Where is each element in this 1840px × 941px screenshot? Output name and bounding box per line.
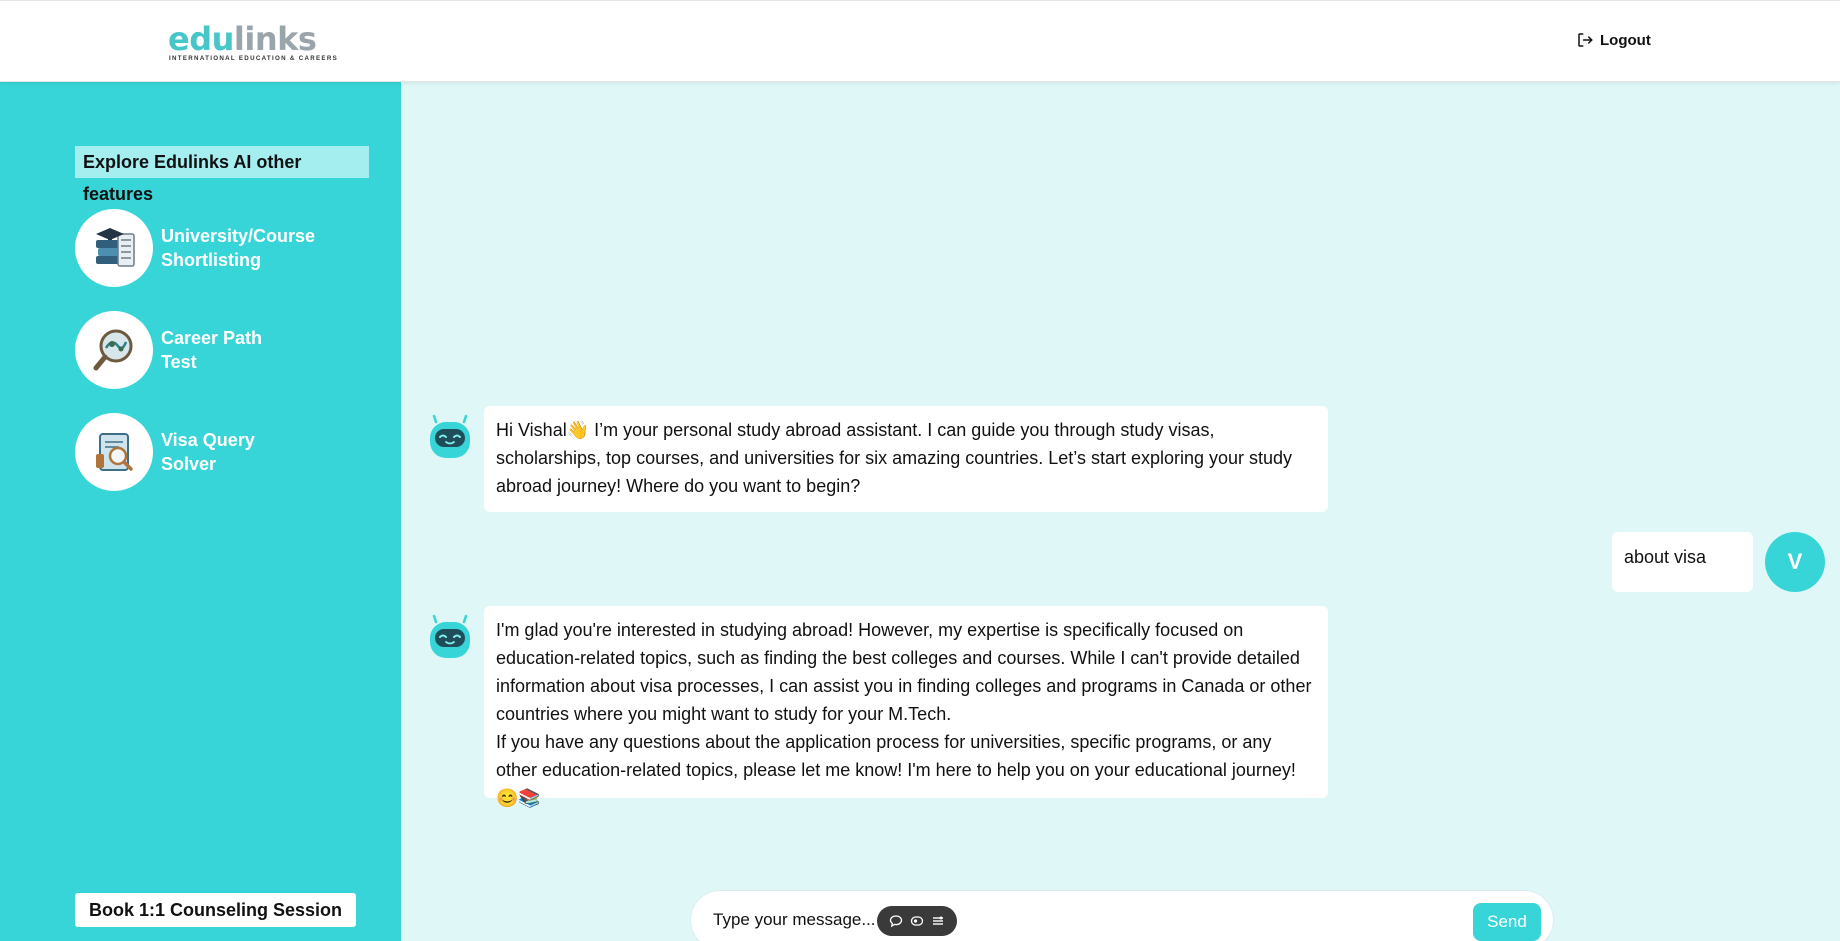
user-message: about visa <box>1612 532 1753 592</box>
bot-avatar-icon <box>424 612 476 664</box>
bot-message-paragraph: If you have any questions about the appl… <box>496 732 1296 808</box>
send-button[interactable]: Send <box>1473 903 1541 941</box>
feature-label-line2: Solver <box>161 454 217 474</box>
bot-message: I'm glad you're interested in studying a… <box>484 606 1328 808</box>
edulinks-logo[interactable]: edulinks INTERNATIONAL EDUCATION & CAREE… <box>168 19 340 65</box>
feature-visa-query-solver[interactable]: Visa Query Solver <box>75 413 321 491</box>
feature-label-line2: Shortlisting <box>161 250 261 270</box>
logout-button[interactable]: Logout <box>1576 31 1651 49</box>
feature-career-path-test[interactable]: Career Path Test <box>75 311 321 389</box>
sidebar-title: Explore Edulinks AI other features <box>75 146 369 204</box>
visa-document-icon <box>75 413 153 491</box>
feature-university-shortlisting[interactable]: University/Course Shortlisting <box>75 209 321 287</box>
chat-bubble-icon[interactable] <box>887 912 905 930</box>
user-message-text: about visa <box>1624 547 1707 567</box>
logo-text-links: links <box>233 20 317 58</box>
feature-label-line1: Visa Query <box>161 430 255 450</box>
bot-avatar-icon <box>424 412 476 464</box>
feature-label-line2: Test <box>161 352 197 372</box>
logout-label: Logout <box>1600 31 1651 49</box>
bot-message-paragraph: I'm glad you're interested in studying a… <box>496 620 1312 724</box>
top-header: edulinks INTERNATIONAL EDUCATION & CAREE… <box>0 0 1840 82</box>
feature-label-line1: Career Path <box>161 328 263 348</box>
message-input[interactable] <box>713 905 1333 935</box>
book-counseling-button[interactable]: Book 1:1 Counseling Session <box>75 893 357 927</box>
features-sidebar: Explore Edulinks AI other features Unive… <box>0 82 401 941</box>
career-magnifier-icon <box>75 311 153 389</box>
menu-lines-icon[interactable] <box>929 912 947 930</box>
logo-tagline: INTERNATIONAL EDUCATION & CAREERS <box>169 55 339 62</box>
chat-area: Hi Vishal👋 I’m your personal study abroa… <box>401 82 1840 941</box>
composer-tools <box>877 906 957 936</box>
logout-icon <box>1578 33 1593 47</box>
screen-capture-icon[interactable] <box>908 912 926 930</box>
books-graduation-cap-icon <box>75 209 153 287</box>
bot-message-text: Hi Vishal👋 I’m your personal study abroa… <box>496 420 1293 496</box>
feature-label-line1: University/Course <box>161 226 316 246</box>
bot-message: Hi Vishal👋 I’m your personal study abroa… <box>484 406 1328 512</box>
logo-text-edu: edu <box>168 20 234 58</box>
user-avatar: V <box>1765 532 1825 592</box>
message-composer: Send <box>690 890 1554 941</box>
